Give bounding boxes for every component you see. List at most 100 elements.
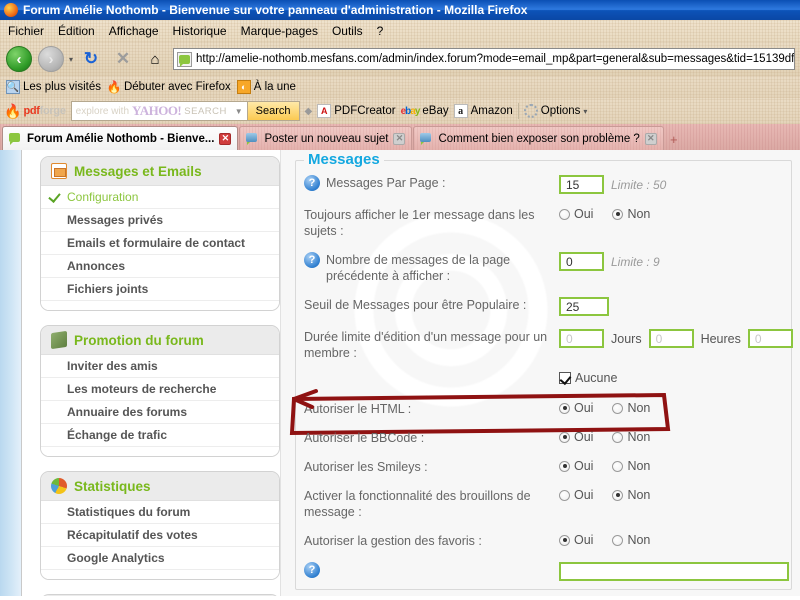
tab-comment-bien-exposer[interactable]: Comment bien exposer son problème ? ✕ [413, 126, 664, 150]
radio-allow-smileys-non[interactable]: Non [612, 459, 650, 473]
sidebar-item-echange-trafic[interactable]: Échange de trafic [41, 424, 279, 447]
gear-icon [523, 104, 538, 118]
messages-per-page-input[interactable]: 15 [559, 175, 604, 194]
sidebar-item-messages-prives[interactable]: Messages privés [41, 209, 279, 232]
close-icon[interactable]: ✕ [393, 132, 406, 145]
setting-row-allow-bbcode: Autoriser le BBCode : Oui Non [304, 430, 783, 446]
radio-label: Non [627, 401, 651, 415]
partial-next-input[interactable] [559, 562, 789, 581]
page-icon [420, 132, 433, 145]
menu-item-marque-pages[interactable]: Marque-pages [241, 24, 318, 38]
menu-item-fichier[interactable]: Fichier [8, 24, 44, 38]
sidebar-item-annuaire-forums[interactable]: Annuaire des forums [41, 401, 279, 424]
url-bar[interactable]: http://amelie-nothomb.mesfans.com/admin/… [173, 48, 795, 70]
sidebar-item-inviter-des-amis[interactable]: Inviter des amis [41, 355, 279, 378]
radio-label: Non [627, 207, 651, 221]
tab-poster-nouveau-sujet[interactable]: Poster un nouveau sujet ✕ [239, 126, 413, 150]
bookmark-debuter-avec-firefox[interactable]: 🔥 Débuter avec Firefox [107, 80, 231, 94]
edit-limit-days-input[interactable]: 0 [559, 329, 604, 348]
yahoo-logo: YAHOO! [132, 103, 182, 118]
yahoo-search-box[interactable]: explore with YAHOO! SEARCH ▼ Search [70, 101, 300, 121]
pdfcreator-label: PDFCreator [334, 105, 396, 117]
radio-icon [559, 460, 570, 472]
help-icon[interactable]: ? [304, 562, 320, 578]
radio-always-show-first-non[interactable]: Non [612, 207, 650, 221]
radio-icon [559, 431, 570, 443]
help-icon[interactable]: ? [304, 252, 320, 268]
stop-button[interactable]: ✕ [109, 45, 137, 73]
ebay-label: eBay [422, 105, 449, 117]
amazon-button[interactable]: a Amazon [453, 104, 513, 118]
amazon-icon: a [453, 104, 468, 118]
reload-button[interactable]: ↻ [77, 45, 105, 73]
search-button[interactable]: Search [246, 102, 299, 120]
radio-allow-html-oui[interactable]: Oui [559, 401, 593, 415]
menu-item-affichage[interactable]: Affichage [109, 24, 159, 38]
sidebar-item-fichiers-joints[interactable]: Fichiers joints [41, 278, 279, 301]
bookmark-les-plus-visites[interactable]: 🔍 Les plus visités [6, 80, 101, 94]
radio-allow-favorites-non[interactable]: Non [612, 533, 650, 547]
sidebar-item-label: Configuration [67, 190, 139, 204]
menu-item-help[interactable]: ? [377, 24, 384, 38]
toolbar-grip[interactable]: ◆ [305, 106, 313, 117]
radio-enable-drafts-oui[interactable]: Oui [559, 488, 593, 502]
admin-main-content: Messages ? Messages Par Page : 15 Limite… [280, 150, 800, 596]
page-icon [246, 132, 259, 145]
previous-page-messages-input[interactable]: 0 [559, 252, 604, 271]
site-identity-icon[interactable] [177, 51, 193, 67]
radio-allow-smileys-oui[interactable]: Oui [559, 459, 593, 473]
panel-title: Promotion du forum [74, 332, 204, 348]
menu-item-outils[interactable]: Outils [332, 24, 363, 38]
edit-limit-minutes-input[interactable]: 0 [747, 329, 793, 348]
setting-row-always-show-first: Toujours afficher le 1er message dans le… [304, 207, 783, 239]
bookmark-a-la-une[interactable]: ◐ À la une [236, 80, 296, 94]
back-button[interactable]: ‹ [5, 45, 33, 73]
window-titlebar: Forum Amélie Nothomb - Bienvenue sur vot… [0, 0, 800, 20]
sidebar-item-emails-formulaire[interactable]: Emails et formulaire de contact [41, 232, 279, 255]
new-tab-button[interactable]: + [665, 128, 683, 150]
sidebar-item-moteurs-recherche[interactable]: Les moteurs de recherche [41, 378, 279, 401]
forward-button[interactable]: › [37, 45, 65, 73]
search-input[interactable]: explore with YAHOO! SEARCH ▼ [72, 102, 247, 120]
checkbox-icon [559, 372, 571, 384]
sidebar-item-google-analytics[interactable]: Google Analytics [41, 547, 279, 570]
setting-label: Autoriser le BBCode : [304, 431, 425, 445]
messages-emails-icon [51, 163, 67, 179]
sidebar-panel-newsletter: Newsletter Ecrire et envoyer [40, 594, 280, 596]
radio-allow-html-non[interactable]: Non [612, 401, 650, 415]
tab-forum-amelie-nothomb[interactable]: Forum Amélie Nothomb - Bienve... ✕ [2, 126, 239, 150]
pdfforge-logo[interactable]: 🔥 pdfforge [4, 104, 66, 118]
radio-enable-drafts-non[interactable]: Non [612, 488, 650, 502]
radio-allow-bbcode-non[interactable]: Non [612, 430, 650, 444]
pdfcreator-button[interactable]: A PDFCreator [317, 104, 396, 118]
popular-threshold-input[interactable]: 25 [559, 297, 609, 316]
checkbox-aucune[interactable]: Aucune [559, 371, 617, 385]
menu-item-edition[interactable]: Édition [58, 24, 95, 38]
radio-always-show-first-oui[interactable]: Oui [559, 207, 593, 221]
radio-icon [559, 402, 570, 414]
home-button[interactable]: ⌂ [141, 45, 169, 73]
chevron-down-icon[interactable]: ▾ [69, 55, 73, 64]
radio-label: Non [627, 430, 651, 444]
chevron-down-icon[interactable]: ▼ [235, 107, 243, 116]
setting-label: Nombre de messages de la page précédente… [326, 253, 511, 283]
sidebar-item-label: Statistiques du forum [67, 505, 191, 519]
menu-item-historique[interactable]: Historique [173, 24, 227, 38]
ebay-button[interactable]: ebay eBay [401, 105, 449, 117]
setting-label: Autoriser le HTML : [304, 402, 412, 416]
options-button[interactable]: Options ▾ [523, 104, 587, 118]
radio-label: Non [627, 533, 651, 547]
sidebar-item-label: Échange de trafic [67, 428, 168, 442]
sidebar-item-recapitulatif-votes[interactable]: Récapitulatif des votes [41, 524, 279, 547]
sidebar-item-configuration[interactable]: Configuration [41, 186, 279, 209]
radio-allow-favorites-oui[interactable]: Oui [559, 533, 593, 547]
setting-label: Toujours afficher le 1er message dans le… [304, 208, 535, 238]
radio-allow-bbcode-oui[interactable]: Oui [559, 430, 593, 444]
edit-limit-hours-input[interactable]: 0 [648, 329, 694, 348]
close-icon[interactable]: ✕ [219, 132, 232, 145]
sidebar-item-statistiques-forum[interactable]: Statistiques du forum [41, 501, 279, 524]
close-icon[interactable]: ✕ [644, 132, 657, 145]
sidebar-item-annonces[interactable]: Annonces [41, 255, 279, 278]
help-icon[interactable]: ? [304, 175, 320, 191]
panel-header: Statistiques [41, 472, 279, 501]
